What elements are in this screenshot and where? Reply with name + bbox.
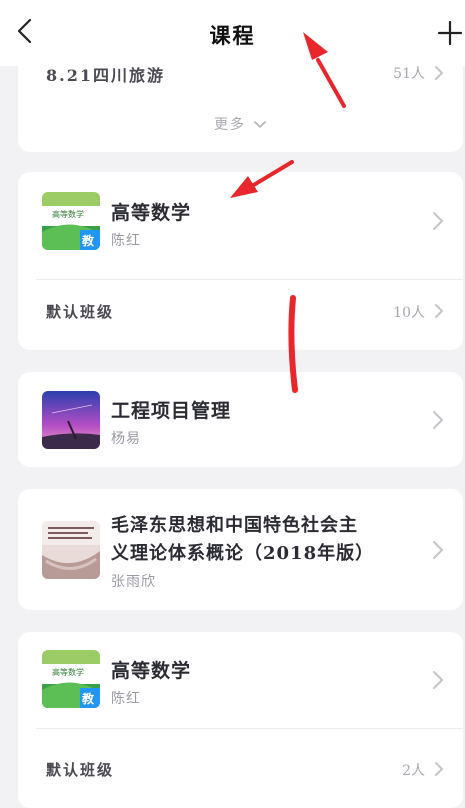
course-card: 高等数学 教 高等数学 陈红 默认班级 2人	[18, 632, 463, 808]
course-teacher: 张雨欣	[111, 574, 156, 590]
chevron-right-icon	[435, 304, 443, 318]
class-name: 默认班级	[46, 761, 115, 779]
sunset-cover-image	[42, 391, 100, 449]
cover-title: 高等数学	[52, 210, 84, 219]
course-title: 高等数学	[111, 202, 192, 224]
course-teacher: 杨易	[111, 431, 141, 447]
course-cover: 高等数学 教	[42, 650, 100, 708]
cover-badge: 教	[82, 234, 95, 248]
cover-badge: 教	[82, 692, 95, 706]
class-count: 2人	[402, 763, 425, 779]
course-title: 高等数学	[111, 660, 192, 682]
cover-title: 高等数学	[52, 668, 84, 677]
chevron-right-icon	[435, 762, 443, 776]
course-title-line2: 义理论体系概论（2018年版）	[111, 543, 375, 564]
class-count: 10人	[393, 305, 425, 321]
politics-book-cover-image	[42, 521, 100, 579]
course-card: 毛泽东思想和中国特色社会主 义理论体系概论（2018年版） 张雨欣	[18, 489, 463, 610]
class-count: 51人	[393, 66, 425, 82]
chevron-right-icon	[433, 212, 443, 230]
chevron-right-icon	[435, 66, 443, 80]
more-button[interactable]: 更多	[18, 108, 463, 138]
course-card: 工程项目管理 杨易	[18, 372, 463, 467]
course-title-line1: 毛泽东思想和中国特色社会主	[111, 515, 358, 536]
course-cover	[42, 521, 100, 579]
navigation-bar: 课程	[0, 0, 465, 66]
class-row[interactable]: 默认班级 2人	[18, 729, 463, 808]
more-label: 更多	[18, 114, 463, 134]
page-title: 课程	[209, 23, 256, 48]
course-cover: 高等数学 教	[42, 192, 100, 250]
course-row[interactable]: 高等数学 教 高等数学 陈红	[18, 632, 463, 727]
course-title: 工程项目管理	[111, 400, 232, 422]
chevron-right-icon	[433, 671, 443, 689]
chevron-right-icon	[433, 411, 443, 429]
course-row[interactable]: 工程项目管理 杨易	[18, 372, 463, 467]
course-row[interactable]: 高等数学 教 高等数学 陈红	[18, 172, 463, 268]
course-teacher: 陈红	[111, 233, 141, 249]
class-name: 默认班级	[46, 303, 115, 321]
course-cover	[42, 391, 100, 449]
chevron-down-icon	[254, 120, 266, 128]
course-teacher: 陈红	[111, 691, 141, 707]
course-row[interactable]: 毛泽东思想和中国特色社会主 义理论体系概论（2018年版） 张雨欣	[18, 489, 463, 610]
plus-icon[interactable]	[435, 18, 465, 48]
chevron-right-icon	[433, 541, 443, 559]
course-card: 高等数学 教 高等数学 陈红 默认班级 10人	[18, 172, 463, 350]
class-row[interactable]: 默认班级 10人	[18, 280, 463, 350]
